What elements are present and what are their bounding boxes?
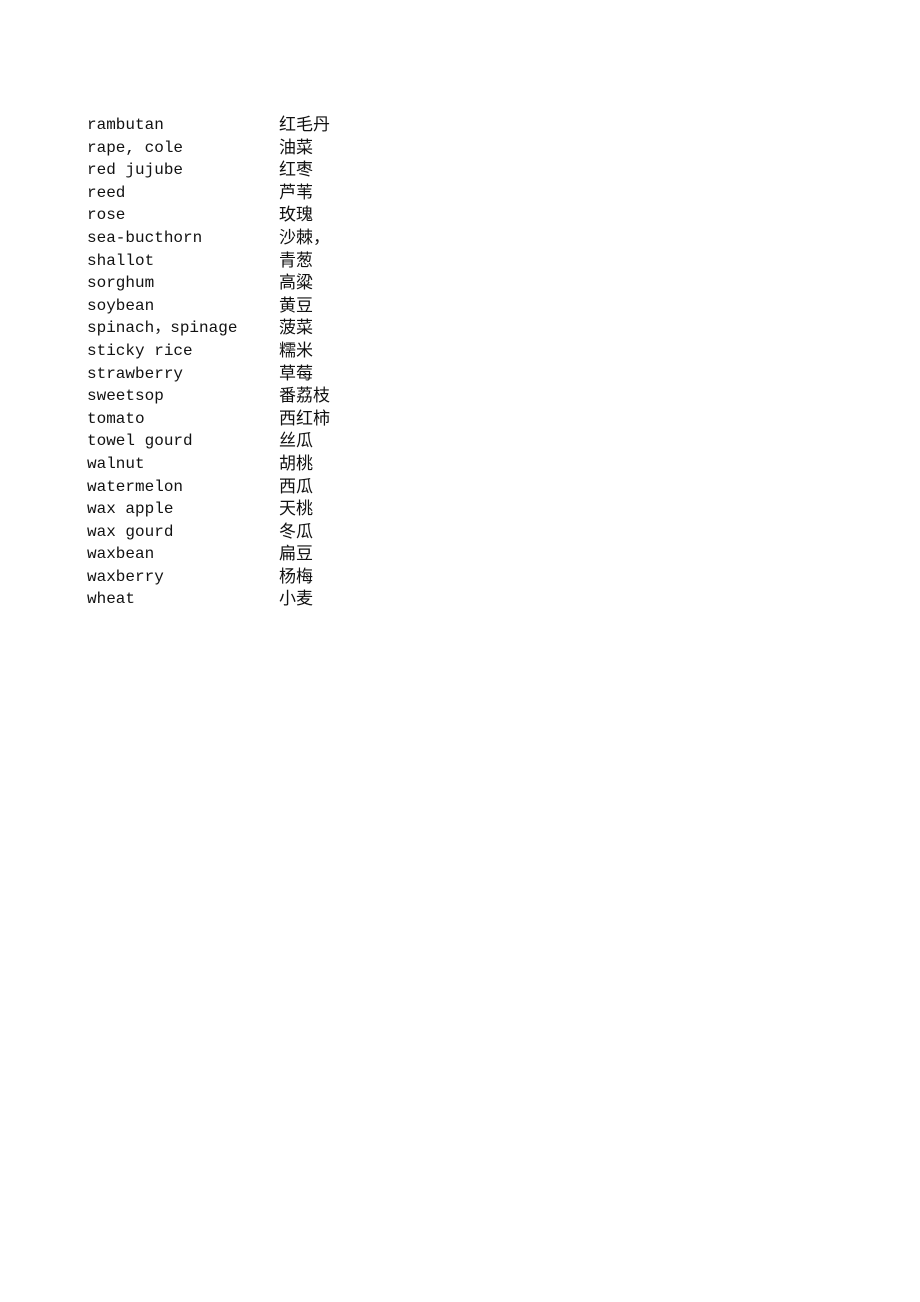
- english-term: tomato: [87, 409, 145, 428]
- chinese-term: 西红柿: [279, 408, 330, 429]
- chinese-term: 红枣: [279, 160, 313, 181]
- english-term: wax gourd: [87, 522, 174, 541]
- english-term: rose: [87, 206, 126, 225]
- english-term: spinach，spinage: [87, 319, 238, 338]
- chinese-term: 冬瓜: [279, 521, 313, 542]
- english-term: strawberry: [87, 364, 184, 383]
- english-term: shallot: [87, 251, 155, 270]
- chinese-term: 丝瓜: [279, 431, 313, 452]
- chinese-term: 胡桃: [279, 453, 313, 474]
- english-term: wax apple: [87, 500, 174, 519]
- english-term: waxberry: [87, 567, 164, 586]
- chinese-term: 芦苇: [279, 182, 313, 203]
- english-term: sorghum: [87, 274, 155, 293]
- chinese-term: 沙棘，: [279, 227, 330, 248]
- chinese-term: 红毛丹: [279, 115, 330, 135]
- chinese-term: 小麦: [279, 589, 313, 610]
- english-term: waxbean: [87, 545, 155, 564]
- chinese-term: 黄豆: [279, 295, 313, 316]
- english-term: reed: [87, 183, 126, 202]
- english-term: towel gourd: [87, 432, 193, 451]
- chinese-term: 番荔枝: [279, 386, 330, 407]
- chinese-term: 草莓: [279, 363, 313, 384]
- english-term: watermelon: [87, 477, 184, 496]
- english-term: sticky rice: [87, 341, 193, 360]
- chinese-term: 菠菜: [279, 318, 313, 339]
- chinese-term: 玫瑰: [279, 205, 313, 226]
- english-term: walnut: [87, 454, 145, 473]
- english-term: wheat: [87, 590, 136, 609]
- chinese-term: 杨梅: [279, 566, 313, 587]
- chinese-term: 西瓜: [279, 476, 313, 497]
- chinese-term: 油菜: [279, 137, 313, 158]
- english-term: rape, cole: [87, 138, 184, 157]
- english-term: rambutan: [87, 116, 164, 134]
- english-term: sweetsop: [87, 387, 164, 406]
- chinese-term: 糯米: [279, 340, 313, 361]
- chinese-term: 青葱: [279, 250, 313, 271]
- chinese-term: 扁豆: [279, 544, 313, 565]
- english-term: soybean: [87, 296, 155, 315]
- english-term: sea-bucthorn: [87, 228, 203, 247]
- english-term: red jujube: [87, 161, 184, 180]
- chinese-term: 天桃: [279, 499, 313, 520]
- chinese-term: 高粱: [279, 273, 313, 294]
